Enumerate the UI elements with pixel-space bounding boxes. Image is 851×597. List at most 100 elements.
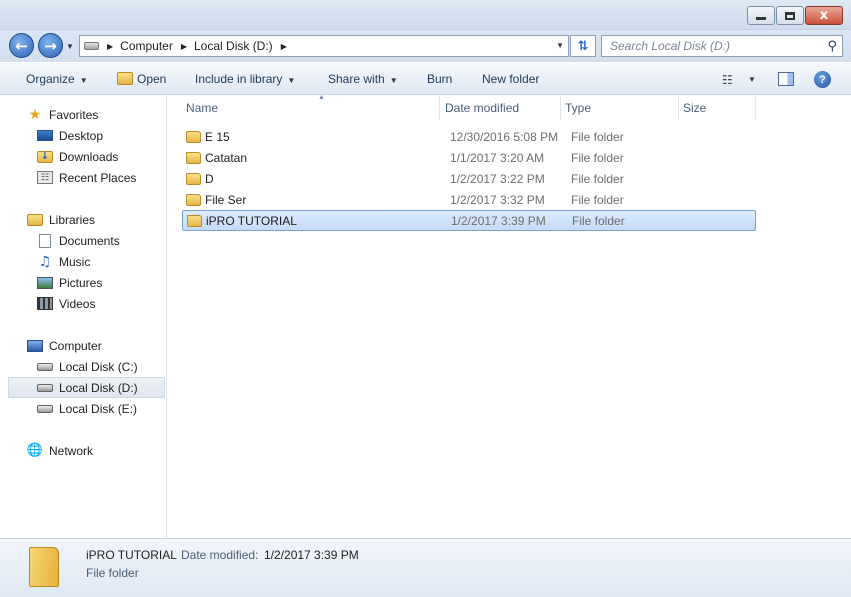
address-dropdown-icon[interactable]: ▼ — [556, 41, 564, 50]
nav-downloads[interactable]: ↓ Downloads — [37, 146, 118, 167]
column-header-label: Type — [565, 100, 592, 115]
file-name: iPRO TUTORIAL — [206, 213, 297, 228]
file-name: Catatan — [205, 150, 248, 165]
preview-pane-icon[interactable] — [778, 72, 794, 86]
address-row: ← → ▼ ▶ Computer ▶ Local Disk (D:) ▶ ▼ ⇅… — [0, 30, 851, 62]
desktop-icon — [37, 130, 53, 141]
file-row-selected[interactable]: iPRO TUTORIAL 1/2/2017 3:39 PM File fold… — [182, 210, 756, 231]
address-bar[interactable]: ▶ Computer ▶ Local Disk (D:) ▶ ▼ — [79, 35, 569, 57]
chevron-down-icon: ▼ — [389, 76, 398, 85]
breadcrumb-local-disk-d[interactable]: Local Disk (D:) — [194, 39, 273, 53]
file-type: File folder — [572, 213, 625, 228]
new-folder-button[interactable]: New folder — [482, 72, 539, 86]
recent-pages-dropdown-icon[interactable]: ▼ — [66, 42, 74, 51]
column-header-date-modified[interactable]: Date modified — [441, 95, 561, 120]
column-header-size[interactable]: Size — [679, 95, 756, 120]
music-icon: ♫ — [38, 253, 52, 270]
breadcrumb-arrow-icon[interactable]: ▶ — [181, 42, 187, 51]
maximize-button[interactable] — [776, 6, 804, 25]
column-header-type[interactable]: Type — [561, 95, 679, 120]
folder-icon — [186, 172, 201, 185]
nav-music[interactable]: ♫ Music — [37, 251, 91, 272]
drive-icon — [37, 383, 53, 392]
downloads-icon: ↓ — [37, 150, 53, 163]
file-row[interactable]: File Ser 1/2/2017 3:32 PM File folder — [182, 189, 756, 210]
videos-icon — [37, 297, 53, 310]
chevron-down-icon: ▼ — [287, 76, 296, 85]
view-options-dropdown-icon[interactable]: ▼ — [748, 75, 756, 84]
nav-local-disk-d[interactable]: Local Disk (D:) — [8, 377, 165, 398]
computer-icon — [27, 339, 43, 352]
organize-button[interactable]: Organize ▼ — [26, 72, 88, 86]
nav-label: Local Disk (D:) — [59, 380, 138, 395]
chevron-down-icon: ▼ — [79, 76, 88, 85]
search-input[interactable]: Search Local Disk (D:) ⚲ — [601, 35, 843, 57]
drive-icon — [84, 42, 99, 50]
network-icon: 🌐 — [26, 443, 44, 458]
nav-desktop[interactable]: Desktop — [37, 125, 103, 146]
column-header-name[interactable]: ▲ Name — [182, 94, 440, 120]
refresh-icon: ⇅ — [577, 38, 589, 54]
recent-places-icon: ☷ — [37, 171, 53, 184]
title-bar: x — [0, 0, 851, 30]
nav-recent-places[interactable]: ☷ Recent Places — [37, 167, 136, 188]
file-row[interactable]: D 1/2/2017 3:22 PM File folder — [182, 168, 756, 189]
breadcrumb-arrow-icon[interactable]: ▶ — [107, 42, 113, 51]
nav-local-disk-c[interactable]: Local Disk (C:) — [37, 356, 138, 377]
close-button[interactable]: x — [805, 6, 843, 25]
file-type: File folder — [571, 171, 624, 186]
nav-favorites[interactable]: ★ Favorites — [27, 104, 99, 125]
file-row[interactable]: Catatan 1/1/2017 3:20 AM File folder — [182, 147, 756, 168]
change-view-icon[interactable]: ☷ — [722, 73, 733, 87]
burn-button[interactable]: Burn — [427, 72, 452, 86]
forward-button[interactable]: → — [38, 33, 63, 58]
breadcrumb-computer[interactable]: Computer — [120, 39, 173, 53]
share-with-button[interactable]: Share with ▼ — [328, 72, 398, 86]
nav-label: Computer — [49, 338, 102, 353]
nav-label: Downloads — [59, 149, 119, 164]
nav-computer[interactable]: Computer — [27, 335, 102, 356]
folder-icon — [186, 193, 201, 206]
pictures-icon — [37, 276, 53, 289]
file-date-modified: 1/2/2017 3:39 PM — [451, 213, 546, 228]
back-button[interactable]: ← — [9, 33, 34, 58]
back-arrow-icon: ← — [15, 36, 28, 55]
nav-libraries[interactable]: Libraries — [27, 209, 95, 230]
file-name: E 15 — [205, 129, 230, 144]
sort-ascending-icon: ▲ — [318, 94, 325, 101]
nav-label: Local Disk (C:) — [59, 359, 138, 374]
file-row[interactable]: E 15 12/30/2016 5:08 PM File folder — [182, 126, 756, 147]
minimize-button[interactable] — [747, 6, 775, 25]
details-date-label: Date modified: — [181, 548, 259, 562]
maximize-icon — [785, 11, 795, 20]
nav-label: Recent Places — [59, 170, 137, 185]
file-date-modified: 12/30/2016 5:08 PM — [450, 129, 559, 144]
details-item-name: iPRO TUTORIAL — [86, 548, 177, 562]
include-in-library-button[interactable]: Include in library ▼ — [195, 72, 295, 86]
breadcrumb-arrow-icon[interactable]: ▶ — [281, 42, 287, 51]
nav-label: Videos — [59, 296, 96, 311]
nav-videos[interactable]: Videos — [37, 293, 95, 314]
nav-network[interactable]: 🌐 Network — [27, 440, 93, 461]
nav-pictures[interactable]: Pictures — [37, 272, 102, 293]
refresh-button[interactable]: ⇅ — [570, 35, 596, 57]
column-header-label: Date modified — [445, 100, 520, 115]
help-icon[interactable]: ? — [814, 71, 831, 88]
minimize-icon — [756, 17, 766, 20]
column-header-label: Name — [186, 100, 219, 115]
share-with-label: Share with — [328, 72, 385, 86]
file-date-modified: 1/2/2017 3:32 PM — [450, 192, 545, 207]
window-controls: x — [747, 6, 843, 25]
folder-icon — [187, 214, 202, 227]
search-icon[interactable]: ⚲ — [827, 39, 837, 54]
star-icon: ★ — [28, 106, 42, 123]
documents-icon — [39, 233, 51, 248]
search-placeholder: Search Local Disk (D:) — [610, 39, 731, 53]
nav-documents[interactable]: Documents — [37, 230, 120, 251]
file-type: File folder — [571, 150, 624, 165]
file-list: ▲ Name Date modified Type Size E 15 12/3… — [168, 94, 851, 538]
forward-arrow-icon: → — [44, 36, 57, 55]
nav-local-disk-e[interactable]: Local Disk (E:) — [37, 398, 137, 419]
nav-label: Favorites — [49, 107, 99, 122]
open-button[interactable]: Open — [117, 72, 166, 86]
